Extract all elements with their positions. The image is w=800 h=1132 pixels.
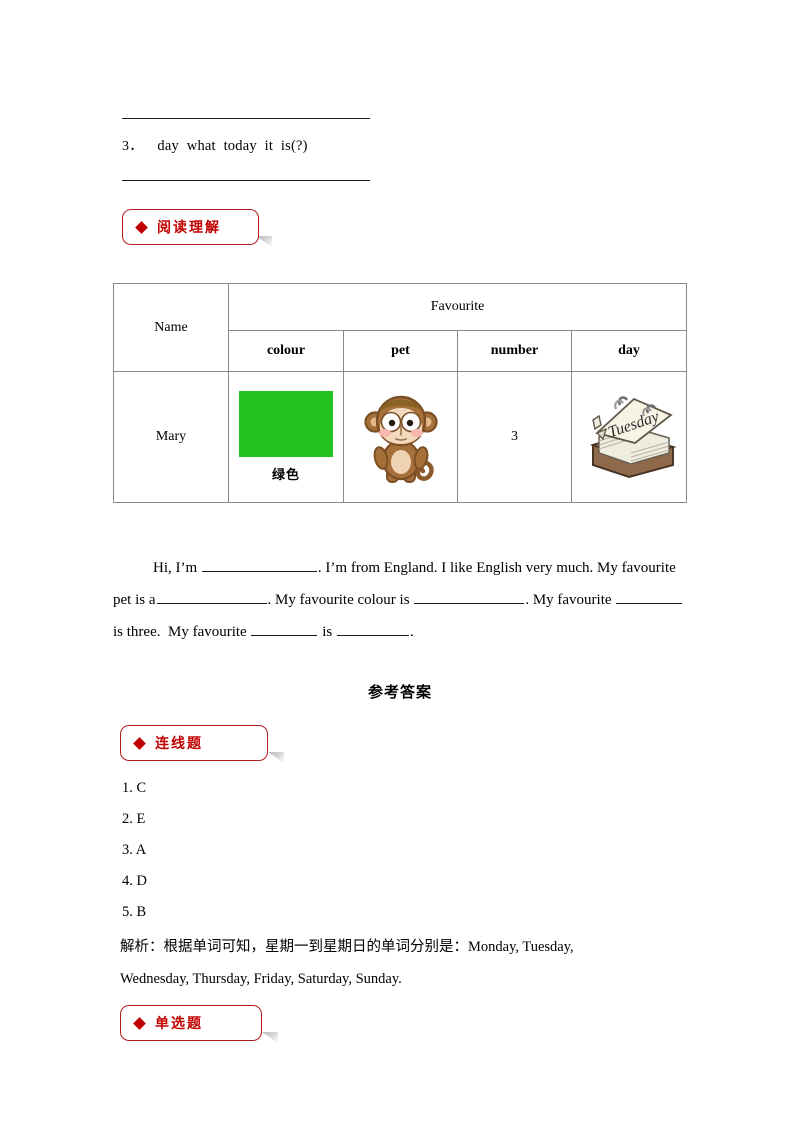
answer-item-4: 4. D [122, 873, 147, 889]
cell-favourite-pet [343, 371, 458, 503]
para-seg-2: . I’m from England. I like English very … [317, 560, 618, 576]
section-badge-reading-label: 阅读理解 [157, 220, 221, 236]
explanation-line-1: 解析：根据单词可知，星期一到星期日的单词分别是：Monday, Tuesday, [120, 939, 574, 955]
blank-name[interactable] [201, 557, 317, 572]
answer-item-1: 1. C [122, 780, 147, 796]
diamond-icon [133, 736, 146, 750]
para-seg-6: favourite [557, 592, 612, 608]
para-seg-4: . My favourite colour is [267, 592, 410, 608]
answer-item-5: 5. B [122, 904, 147, 920]
answer-rule-q3 [122, 180, 370, 181]
green-colour-swatch [239, 391, 333, 457]
favourite-table: Name Favourite colour pet number day Mar… [113, 283, 688, 503]
answer-explanation: 解析：根据单词可知，星期一到星期日的单词分别是：Monday, Tuesday,… [120, 931, 698, 995]
badge-shadow-choice [262, 1032, 278, 1043]
blank-day-word[interactable] [251, 621, 318, 636]
green-colour-caption: 绿色 [271, 468, 300, 483]
section-badge-reading[interactable]: 阅读理解 [122, 209, 259, 245]
table-subheader-day: day [570, 330, 688, 372]
answer-item-3: 3. A [122, 842, 147, 858]
calendar-icon: Tuesday [589, 395, 677, 478]
explanation-line-2: Wednesday, Thursday, Friday, Saturday, S… [120, 971, 402, 987]
blank-pet[interactable] [156, 589, 267, 604]
para-seg-5: . My [525, 592, 554, 608]
diamond-icon [135, 220, 148, 234]
para-seg-10: . [409, 624, 414, 640]
table-row: Mary 绿色 3 Tuesday [113, 371, 688, 503]
answer-rule-top [122, 118, 370, 119]
cell-favourite-day: Tuesday [570, 371, 688, 503]
table-subheader-pet: pet [343, 330, 458, 372]
badge-shadow-matching [268, 752, 284, 763]
blank-number-word[interactable] [616, 589, 683, 604]
worksheet-page: 3． day what today it is(?) 阅读理解 Name Favo… [0, 0, 800, 1132]
monkey-icon [363, 395, 438, 483]
blank-colour[interactable] [414, 589, 525, 604]
table-subheader-number: number [457, 330, 572, 372]
table-header-favourite: Favourite [227, 283, 688, 331]
reading-paragraph: Hi, I’m . I’m from England. I like Engli… [113, 552, 685, 648]
section-badge-matching[interactable]: 连线题 [120, 725, 268, 761]
para-seg-7: is three. [113, 624, 161, 640]
section-badge-choice-label: 单选题 [155, 1016, 203, 1032]
question-3-words: day what today it is(?) [157, 138, 308, 154]
para-seg-8: My favourite [167, 624, 247, 640]
cell-name-mary: Mary [113, 371, 229, 503]
table-subheader-colour: colour [228, 330, 344, 372]
cell-favourite-number: 3 [457, 371, 572, 503]
cell-favourite-colour: 绿色 [228, 371, 344, 503]
section-badge-matching-label: 连线题 [155, 736, 203, 752]
answers-title: 参考答案 [367, 683, 432, 701]
blank-day-value[interactable] [336, 621, 409, 636]
diamond-icon [133, 1016, 146, 1030]
table-header-row-group: Name Favourite [113, 283, 688, 372]
answer-item-2: 2. E [122, 811, 146, 827]
table-header-name: Name [113, 283, 229, 372]
question-3: 3． day what today it is(?) [122, 135, 308, 155]
section-badge-choice[interactable]: 单选题 [120, 1005, 262, 1041]
para-seg-1: Hi, I’m [153, 560, 198, 576]
question-3-number: 3． [122, 139, 144, 154]
para-seg-9: is [322, 624, 333, 640]
